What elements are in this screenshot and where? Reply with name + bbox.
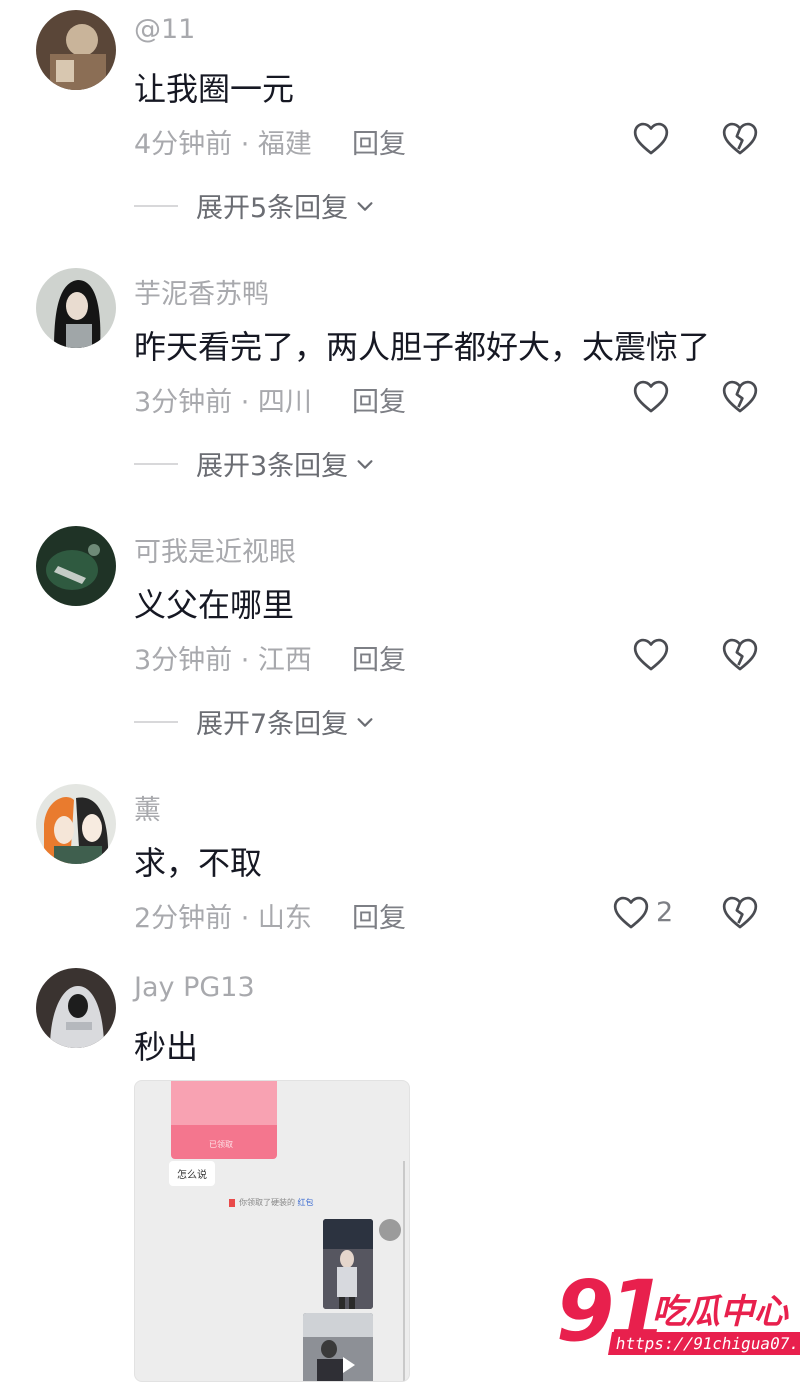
comment-text: 秒出	[134, 1028, 199, 1066]
chat-photo	[323, 1219, 373, 1309]
system-message: 你领取了硬装的 红包	[229, 1197, 314, 1208]
avatar	[379, 1219, 401, 1241]
dislike-button[interactable]	[721, 378, 759, 414]
divider	[134, 204, 178, 207]
comment-text: 求，不取	[134, 844, 263, 882]
heart-outline-icon	[613, 896, 649, 929]
comment-meta: 4分钟前 · 福建	[134, 129, 312, 160]
scrollbar	[403, 1161, 405, 1381]
expand-replies-button[interactable]: 展开5条回复	[134, 186, 376, 225]
comment-text: 昨天看完了，两人胆子都好大，太震惊了	[134, 328, 711, 366]
heart-outline-icon	[633, 638, 669, 671]
comment-meta: 2分钟前 · 山东	[134, 903, 312, 934]
broken-heart-icon	[722, 380, 758, 413]
chevron-down-icon	[357, 717, 373, 727]
comment-text: 义父在哪里	[134, 586, 295, 624]
chat-photo	[303, 1313, 373, 1381]
reply-button[interactable]: 回复	[352, 638, 406, 677]
comment-item: 薰 求，不取 2分钟前 · 山东 回复 2	[0, 774, 800, 954]
comment-item: 可我是近视眼 义父在哪里 3分钟前 · 江西 回复 展开7条回复	[0, 516, 800, 756]
comment-item: 芋泥香苏鸭 昨天看完了，两人胆子都好大，太震惊了 3分钟前 · 四川 回复 展开…	[0, 258, 800, 498]
avatar[interactable]	[36, 968, 116, 1048]
system-message-text: 你领取了硬装的	[239, 1198, 295, 1207]
like-button[interactable]	[632, 376, 670, 416]
red-packet-flap	[171, 1081, 277, 1125]
broken-heart-icon	[722, 122, 758, 155]
username[interactable]: 薰	[134, 788, 161, 827]
avatar[interactable]	[36, 10, 116, 90]
red-packet-label: 已领取	[209, 1140, 233, 1149]
chevron-down-icon	[357, 201, 373, 211]
comment-meta: 3分钟前 · 四川	[134, 387, 312, 418]
comment-item: @11 让我圈一元 4分钟前 · 福建 回复 展开5条回复	[0, 0, 800, 240]
reply-button[interactable]: 回复	[352, 380, 406, 419]
chevron-down-icon	[357, 459, 373, 469]
expand-replies-label: 展开3条回复	[196, 451, 349, 482]
dislike-button[interactable]	[721, 894, 759, 930]
like-button[interactable]: 2	[612, 892, 673, 932]
reply-button[interactable]: 回复	[352, 122, 406, 161]
divider	[134, 462, 178, 465]
avatar[interactable]	[36, 784, 116, 864]
expand-replies-button[interactable]: 展开3条回复	[134, 444, 376, 483]
dislike-button[interactable]	[721, 636, 759, 672]
broken-heart-icon	[722, 896, 758, 929]
watermark-url: https://91chigua07.com	[607, 1332, 800, 1355]
heart-outline-icon	[633, 122, 669, 155]
username[interactable]: 芋泥香苏鸭	[134, 272, 269, 311]
like-button[interactable]	[632, 118, 670, 158]
watermark-title: 吃瓜中心	[652, 1292, 788, 1332]
expand-replies-label: 展开7条回复	[196, 709, 349, 740]
avatar[interactable]	[36, 268, 116, 348]
site-watermark: 91 吃瓜中心 https://91chigua07.com	[556, 1262, 800, 1364]
dislike-button[interactable]	[721, 120, 759, 156]
broken-heart-icon	[722, 638, 758, 671]
comment-meta: 3分钟前 · 江西	[134, 645, 312, 676]
username[interactable]: 可我是近视眼	[134, 530, 296, 569]
like-button[interactable]	[632, 634, 670, 674]
system-message-link: 红包	[297, 1198, 314, 1207]
username[interactable]: @11	[134, 14, 195, 45]
comment-image-attachment[interactable]: 已领取 怎么说 你领取了硬装的 红包	[134, 1080, 410, 1382]
divider	[134, 720, 178, 723]
red-packet-icon	[229, 1198, 235, 1207]
heart-outline-icon	[633, 380, 669, 413]
like-count: 2	[656, 896, 674, 928]
avatar[interactable]	[36, 526, 116, 606]
expand-replies-label: 展开5条回复	[196, 193, 349, 224]
reply-button[interactable]: 回复	[352, 896, 406, 935]
chat-bubble: 怎么说	[169, 1161, 215, 1186]
username[interactable]: Jay PG13	[134, 972, 255, 1003]
expand-replies-button[interactable]: 展开7条回复	[134, 702, 376, 741]
comment-text: 让我圈一元	[134, 70, 295, 108]
